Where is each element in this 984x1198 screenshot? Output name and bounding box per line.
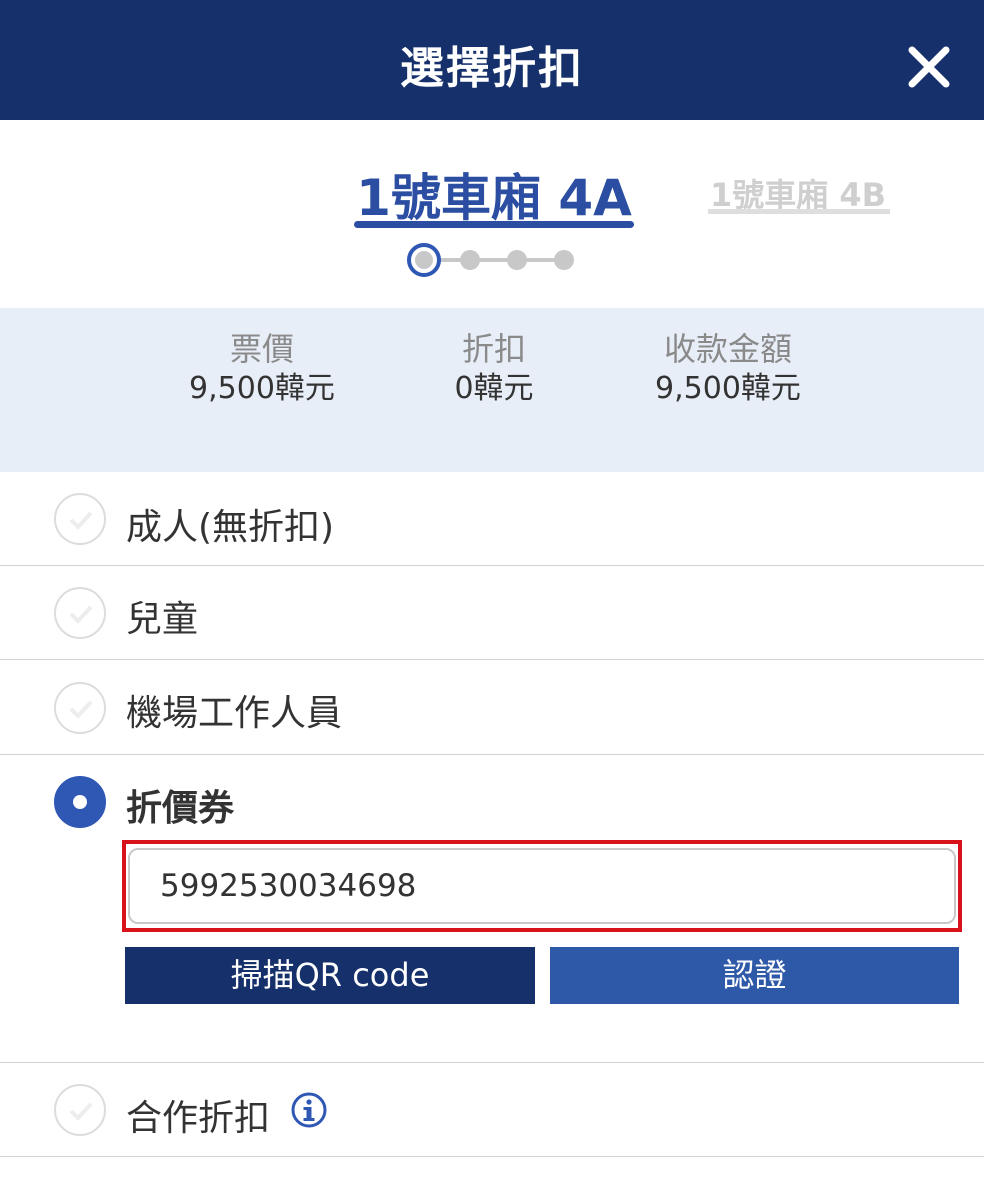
- option-label-airport-staff: 機場工作人員: [126, 693, 343, 734]
- scan-qr-button[interactable]: 掃描QR code: [125, 947, 535, 1004]
- check-icon: [69, 605, 93, 624]
- discount-value: 0韓元: [454, 371, 534, 406]
- total-label: 收款金額: [663, 330, 792, 368]
- page-title: 選擇折扣: [400, 43, 584, 94]
- radio-selected-dot: [73, 795, 87, 809]
- option-label-coupon: 折價券: [126, 788, 235, 829]
- tab-seat-4a[interactable]: 1號車廂 4A: [352, 158, 636, 230]
- discount-label: 折扣: [461, 330, 526, 368]
- close-button[interactable]: [906, 44, 952, 90]
- price-value: 9,500韓元: [189, 371, 335, 406]
- option-partner-discount[interactable]: 合作折扣: [0, 1063, 984, 1157]
- radio-adult[interactable]: [54, 493, 106, 545]
- close-icon: [908, 46, 950, 88]
- verify-button[interactable]: 認證: [550, 947, 959, 1004]
- summary-price: 票價 9,500韓元: [162, 330, 362, 410]
- option-child[interactable]: 兒童: [0, 566, 984, 660]
- option-label-adult: 成人(無折扣): [126, 507, 335, 548]
- price-label: 票價: [229, 330, 294, 368]
- radio-child[interactable]: [54, 587, 106, 639]
- summary-total: 收款金額 9,500韓元: [630, 330, 826, 410]
- price-summary: 票價 9,500韓元 折扣 0韓元 收款金額 9,500韓元: [0, 308, 984, 472]
- option-label-partner-discount: 合作折扣: [126, 1098, 271, 1139]
- info-icon[interactable]: [290, 1091, 328, 1129]
- option-label-child: 兒童: [126, 599, 199, 640]
- option-adult[interactable]: 成人(無折扣): [0, 472, 984, 566]
- check-icon: [69, 1102, 93, 1121]
- total-value: 9,500韓元: [655, 371, 801, 406]
- check-icon: [69, 511, 93, 530]
- radio-partner-discount[interactable]: [54, 1084, 106, 1136]
- tab-active-underline: [354, 221, 634, 228]
- header: 選擇折扣: [0, 0, 984, 120]
- check-icon: [69, 700, 93, 719]
- step-indicator: [407, 243, 574, 277]
- summary-discount: 折扣 0韓元: [414, 330, 574, 410]
- radio-coupon[interactable]: [54, 776, 106, 828]
- coupon-code-input[interactable]: [128, 848, 956, 924]
- tab-inactive-underline: [708, 209, 890, 214]
- option-airport-staff[interactable]: 機場工作人員: [0, 660, 984, 755]
- radio-airport-staff[interactable]: [54, 682, 106, 734]
